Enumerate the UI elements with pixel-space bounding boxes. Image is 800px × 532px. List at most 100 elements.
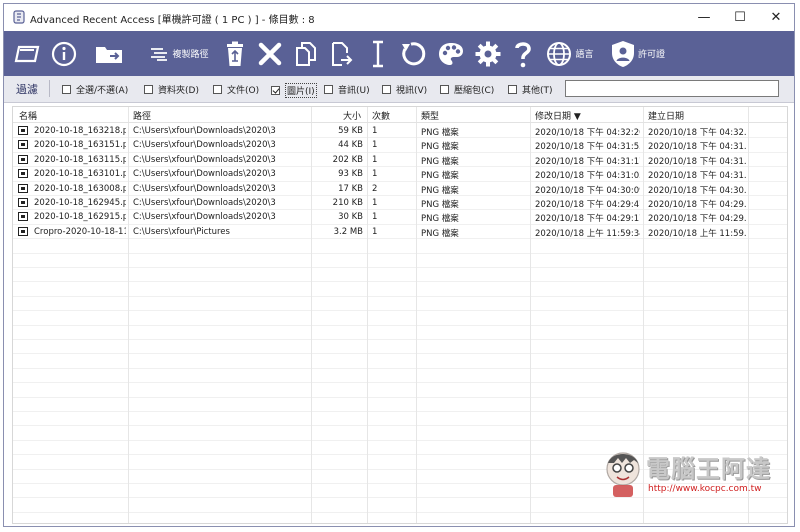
refresh-button[interactable] [396,31,430,76]
open-window-button[interactable] [10,31,44,76]
license-button[interactable]: 許可證 [602,31,674,76]
toolbar: 複製路徑 語言 許可證 [4,31,794,76]
checkbox-box[interactable] [440,85,449,94]
copy-path-label: 複製路徑 [172,50,209,60]
table-row[interactable]: Cropro-2020-10-18-11... C:\Users\xfour\Pi… [13,225,787,239]
cell-modified: 2020/10/18 下午 04:31:17 [535,156,640,167]
cell-created: 2020/10/18 下午 04:29... [648,200,746,210]
cell-size: 202 KB [332,154,363,165]
palette-icon [439,42,463,65]
row-gridline [13,296,787,297]
move-file-button[interactable] [326,31,358,76]
cell-created: 2020/10/18 下午 04:31... [648,171,746,182]
cell-created: 2020/10/18 上午 11:59... [648,228,746,239]
column-header-count[interactable]: 次數 [372,109,390,122]
filter-video-checkbox[interactable]: 視訊(V) [382,83,427,96]
language-button[interactable]: 語言 [542,31,598,76]
window-title: Advanced Recent Access [單機許可證 ( 1 PC ) ]… [30,15,315,26]
cell-type: PNG 檔案 [421,228,459,239]
cell-modified: 2020/10/18 下午 04:31:53 [535,142,640,153]
checkbox-box[interactable] [382,85,391,94]
column-header-name[interactable]: 名稱 [19,109,37,122]
watermark-url: http://www.kocpc.com.tw [648,484,762,494]
cell-type: PNG 檔案 [421,200,459,210]
close-window-button[interactable]: ✕ [758,4,794,31]
checkbox-box[interactable] [62,85,71,94]
table-row[interactable]: 2020-10-18_163151.png C:\Users\xfour\Down… [13,138,787,152]
cell-count: 1 [372,226,378,237]
recycle-bin-icon [227,41,243,66]
column-header-size[interactable]: 大小 [343,109,361,122]
rename-button[interactable] [362,31,394,76]
cell-size: 59 KB [338,126,363,136]
cell-created: 2020/10/18 下午 04:31... [648,156,746,167]
image-file-icon [18,154,28,164]
search-input[interactable] [565,80,779,97]
row-gridline [13,267,787,268]
filter-audio-checkbox[interactable]: 音訊(U) [324,83,370,96]
delete-x-icon [258,42,282,65]
filter-archives-checkbox[interactable]: 壓縮包(C) [440,83,494,96]
cell-name: 2020-10-18_163151.png [34,140,126,151]
checkbox-box[interactable] [324,85,333,94]
folder-share-icon [96,46,122,63]
cell-type: PNG 檔案 [421,142,459,153]
help-button[interactable] [508,31,538,76]
filter-other-checkbox[interactable]: 其他(T) [508,83,553,96]
theme-button[interactable] [434,31,468,76]
image-file-icon [18,212,28,222]
filter-all-checkbox[interactable]: 全選/不選(A) [62,83,128,96]
checkbox-box[interactable] [213,85,222,94]
column-header-created[interactable]: 建立日期 [648,109,684,122]
window-icon [14,45,40,62]
cell-size: 3.2 MB [333,226,363,237]
table-row[interactable]: 2020-10-18_163008.png C:\Users\xfour\Down… [13,182,787,196]
cell-modified: 2020/10/18 下午 04:32:20 [535,128,640,138]
table-row[interactable]: 2020-10-18_163101.png C:\Users\xfour\Down… [13,167,787,181]
column-header-modified[interactable]: 修改日期 ▼ [535,109,581,122]
table-row[interactable]: 2020-10-18_162945.png C:\Users\xfour\Down… [13,196,787,210]
column-header-type[interactable]: 類型 [421,109,439,122]
image-file-icon [18,183,28,193]
cell-modified: 2020/10/18 下午 04:29:17 [535,214,640,225]
checkbox-box-checked[interactable] [271,86,280,95]
table-row[interactable]: 2020-10-18_163115.png C:\Users\xfour\Down… [13,153,787,167]
copy-file-button[interactable] [290,31,322,76]
title-bar[interactable]: Advanced Recent Access [單機許可證 ( 1 PC ) ]… [4,4,794,31]
row-gridline [13,353,787,354]
cell-modified: 2020/10/18 上午 11:59:34 [535,228,640,239]
open-folder-button[interactable] [90,31,130,76]
row-gridline [13,253,787,254]
table-row[interactable]: 2020-10-18_163218.png C:\Users\xfour\Down… [13,124,787,138]
text-cursor-icon [373,40,383,67]
info-icon [51,41,77,66]
filter-option-label: 其他(T) [522,86,553,96]
checkbox-box[interactable] [144,85,153,94]
image-file-icon [18,126,28,135]
filter-bar: 過濾 全選/不選(A) 資料夾(D) 文件(O) 圖片(I) 音訊(U) 視訊(… [4,76,794,103]
filter-option-label: 文件(O) [227,86,260,96]
filter-folders-checkbox[interactable]: 資料夾(D) [144,83,199,96]
filter-documents-checkbox[interactable]: 文件(O) [213,83,259,96]
table-row[interactable]: 2020-10-18_162915.png C:\Users\xfour\Down… [13,210,787,224]
recycle-button[interactable] [220,31,250,76]
cell-count: 1 [372,212,378,223]
image-file-icon [18,169,28,179]
gear-icon [475,41,501,66]
cell-type: PNG 檔案 [421,171,459,182]
cell-path: C:\Users\xfour\Downloads\2020\3 [133,126,276,136]
checkbox-box[interactable] [508,85,517,94]
row-gridline [13,397,787,398]
column-header-path[interactable]: 路徑 [133,109,151,122]
minimize-button[interactable]: — [686,4,722,31]
settings-button[interactable] [472,31,504,76]
cell-created: 2020/10/18 下午 04:30... [648,185,746,196]
cell-modified: 2020/10/18 下午 04:31:03 [535,171,640,182]
cell-name: 2020-10-18_163008.png [34,183,126,194]
cell-created: 2020/10/18 下午 04:31... [648,142,746,153]
delete-button[interactable] [254,31,286,76]
maximize-button[interactable]: ☐ [722,4,758,31]
info-button[interactable] [48,31,80,76]
filter-images-checkbox[interactable]: 圖片(I) [271,83,317,98]
copy-path-button[interactable]: 複製路徑 [142,31,216,76]
